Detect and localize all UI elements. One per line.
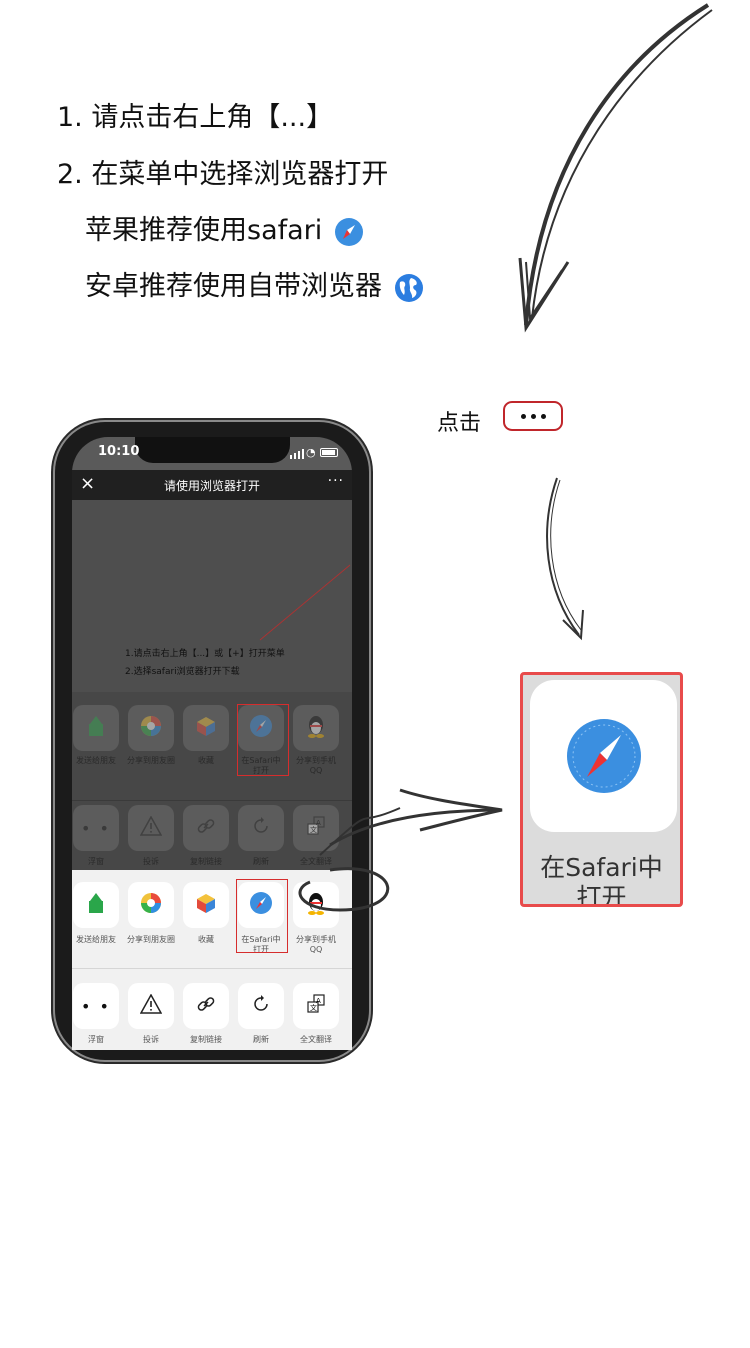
callout-safari-tile bbox=[530, 680, 677, 832]
dim-favorite-tile bbox=[183, 705, 229, 751]
tap-hint-label: 点击 bbox=[437, 411, 482, 436]
translate-tile[interactable]: A文 bbox=[293, 983, 339, 1029]
more-icon[interactable]: ··· bbox=[328, 473, 344, 489]
send-icon bbox=[85, 892, 107, 918]
more-button-hint bbox=[503, 401, 563, 431]
page-title: 请使用浏览器打开 bbox=[163, 479, 260, 493]
arrow-decoration-swoosh bbox=[298, 788, 503, 912]
floating-window-tile[interactable]: • • bbox=[73, 983, 119, 1029]
link-icon bbox=[195, 815, 217, 841]
web-guide-line bbox=[259, 564, 351, 641]
dim-share-qq-tile bbox=[293, 705, 339, 751]
copy-link-tile[interactable] bbox=[183, 983, 229, 1029]
globe-icon bbox=[394, 273, 424, 303]
refresh-icon bbox=[250, 815, 272, 841]
share-qq-label: 分享到手机QQ bbox=[296, 935, 336, 954]
refresh-icon bbox=[250, 993, 272, 1019]
warning-icon bbox=[139, 815, 163, 840]
send-to-friend-tile[interactable] bbox=[73, 882, 119, 928]
arrow-decoration bbox=[518, 3, 713, 333]
instruction-apple-text: 苹果推荐使用safari bbox=[85, 215, 323, 246]
web-line-2: 2.选择safari浏览器打开下载 bbox=[125, 667, 240, 677]
safari-highlight-box bbox=[237, 704, 289, 776]
send-icon bbox=[85, 715, 107, 741]
dim-floating-window-tile: • • bbox=[73, 805, 119, 851]
dim-refresh-tile bbox=[238, 805, 284, 851]
dim-favorite-label: 收藏 bbox=[198, 756, 214, 765]
report-tile[interactable] bbox=[128, 983, 174, 1029]
warning-icon bbox=[139, 993, 163, 1018]
dim-share-moments-tile bbox=[128, 705, 174, 751]
callout-label: 在Safari中 打开 bbox=[540, 853, 663, 907]
favorite-tile[interactable] bbox=[183, 882, 229, 928]
sheet-divider bbox=[72, 968, 352, 969]
svg-text:文: 文 bbox=[310, 1003, 317, 1012]
refresh-tile[interactable] bbox=[238, 983, 284, 1029]
status-bar: 10:10 ◔ bbox=[72, 442, 352, 464]
translate-label: 全文翻译 bbox=[300, 1035, 332, 1044]
dim-send-to-friend-tile bbox=[73, 705, 119, 751]
instruction-android-text: 安卓推荐使用自带浏览器 bbox=[85, 271, 382, 302]
signal-icon bbox=[290, 448, 304, 459]
link-icon bbox=[195, 993, 217, 1019]
instruction-apple: 苹果推荐使用safari bbox=[85, 213, 364, 249]
share-moments-tile[interactable] bbox=[128, 882, 174, 928]
status-time: 10:10 bbox=[98, 444, 140, 459]
dim-report-tile bbox=[128, 805, 174, 851]
safari-callout: 在Safari中 打开 bbox=[520, 672, 683, 907]
wifi-icon: ◔ bbox=[306, 446, 316, 459]
safari-icon bbox=[566, 719, 641, 793]
float-icon: • • bbox=[81, 996, 111, 1016]
web-instructions: 1.请点击右上角【...】或【+】打开菜单 2.选择safari浏览器打开下载 bbox=[125, 645, 285, 681]
battery-icon bbox=[320, 448, 338, 457]
instruction-step2: 2. 在菜单中选择浏览器打开 bbox=[57, 159, 389, 190]
float-icon: • • bbox=[81, 818, 111, 838]
arrow-decoration-small bbox=[546, 477, 584, 641]
instruction-android: 安卓推荐使用自带浏览器 bbox=[85, 269, 424, 305]
instruction-step1: 1. 请点击右上角【...】 bbox=[57, 102, 334, 133]
favorite-label: 收藏 bbox=[198, 935, 214, 944]
safari-icon bbox=[334, 217, 364, 247]
qq-icon bbox=[305, 714, 327, 742]
webview-top-bar: × 请使用浏览器打开 ··· bbox=[72, 470, 352, 500]
translate-icon: A文 bbox=[305, 993, 327, 1019]
web-line-1: 1.请点击右上角【...】或【+】打开菜单 bbox=[125, 649, 285, 659]
dim-copy-link-tile bbox=[183, 805, 229, 851]
favorite-icon bbox=[195, 892, 217, 918]
moments-icon bbox=[139, 891, 163, 919]
favorite-icon bbox=[195, 715, 217, 741]
moments-icon bbox=[139, 714, 163, 742]
dim-share-qq-label: 分享到手机QQ bbox=[296, 756, 336, 775]
